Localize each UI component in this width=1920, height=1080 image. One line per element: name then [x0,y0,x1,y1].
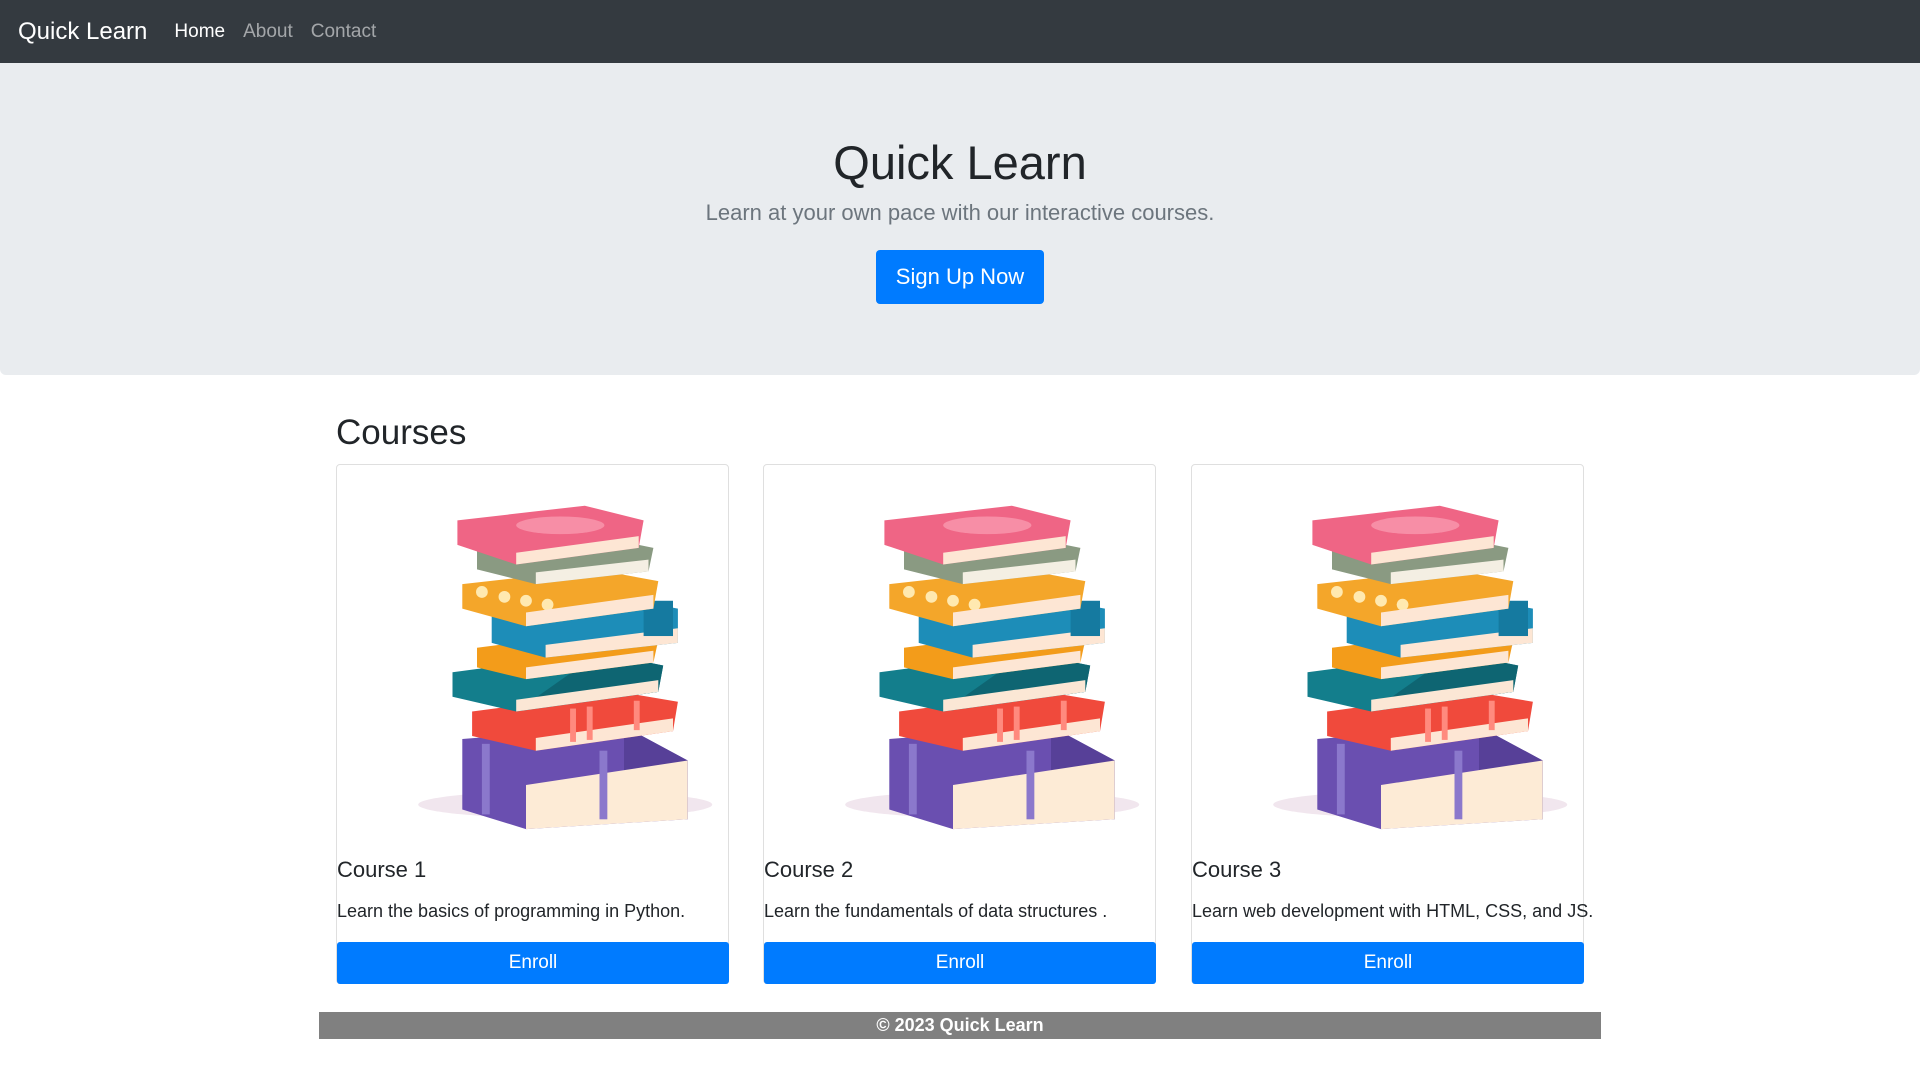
course-3-description: Learn web development with HTML, CSS, an… [1192,901,1594,921]
brand-link[interactable]: Quick Learn [18,18,147,46]
course-3-book-stack-image [1273,505,1568,830]
courses-heading: Courses [336,413,467,452]
course-1-book-stack-image [418,505,713,830]
course-1-enroll-button[interactable]: Enroll [337,942,729,984]
course-2-enroll-button[interactable]: Enroll [764,942,1156,984]
nav-link-contact[interactable]: Contact [311,21,376,43]
course-card-3: Course 3 Learn web development with HTML… [1191,464,1593,984]
course-3-title: Course 3 [1192,857,1282,882]
sign-up-button[interactable]: Sign Up Now [876,250,1044,304]
nav-link-home[interactable]: Home [174,21,225,43]
hero-jumbotron: Quick Learn Learn at your own pace with … [0,63,1920,375]
footer-copyright: © 2023 Quick Learn [876,1015,1044,1035]
hero-title: Quick Learn [833,136,1087,189]
course-2-description: Learn the fundamentals of data structure… [764,901,1108,921]
course-card-2: Course 2 Learn the fundamentals of data … [763,464,1156,984]
hero-subtitle: Learn at your own pace with our interact… [705,200,1215,225]
course-1-description: Learn the basics of programming in Pytho… [337,901,686,921]
top-navbar: Quick Learn Home About Contact [0,0,1920,63]
course-2-title: Course 2 [764,857,854,882]
nav-link-about[interactable]: About [243,21,293,43]
course-2-book-stack-image [845,505,1140,830]
course-card-1: Course 1 Learn the basics of programming… [336,464,729,984]
course-3-enroll-button[interactable]: Enroll [1192,942,1584,984]
course-1-title: Course 1 [337,857,427,882]
footer: © 2023 Quick Learn [319,1012,1601,1039]
